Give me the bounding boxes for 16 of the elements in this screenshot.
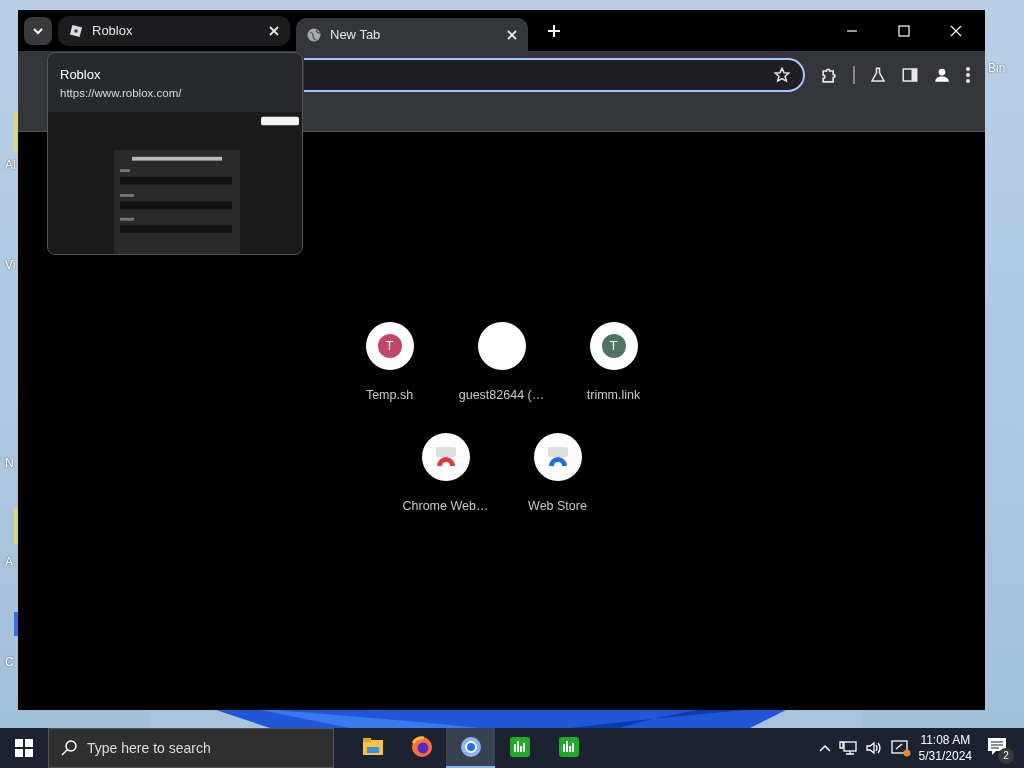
- taskbar-search-field[interactable]: Type here to search: [48, 728, 334, 768]
- browser-tab[interactable]: Roblox: [58, 15, 290, 46]
- browser-tab[interactable]: New Tab: [296, 18, 528, 51]
- clock-date[interactable]: 5/31/2024: [918, 748, 972, 765]
- hover-card-title: Roblox: [60, 66, 102, 84]
- clock-time[interactable]: 11:08 AM: [918, 731, 972, 748]
- shortcut-tile[interactable]: guest82644 (…: [445, 322, 558, 405]
- shortcut-tile[interactable]: T trimm.link: [557, 322, 670, 405]
- letter-avatar-icon: T: [601, 334, 626, 358]
- letter-avatar-icon: T: [377, 334, 402, 358]
- hover-card-url: https://www.roblox.com/: [60, 85, 183, 101]
- shortcut-tile[interactable]: Chrome Web…: [389, 432, 502, 516]
- notifications-button[interactable]: 2: [980, 730, 1016, 766]
- shortcut-tile[interactable]: Web Store: [501, 432, 614, 516]
- notification-count: 2: [998, 748, 1014, 764]
- shortcut-tile[interactable]: T Temp.sh: [333, 322, 446, 405]
